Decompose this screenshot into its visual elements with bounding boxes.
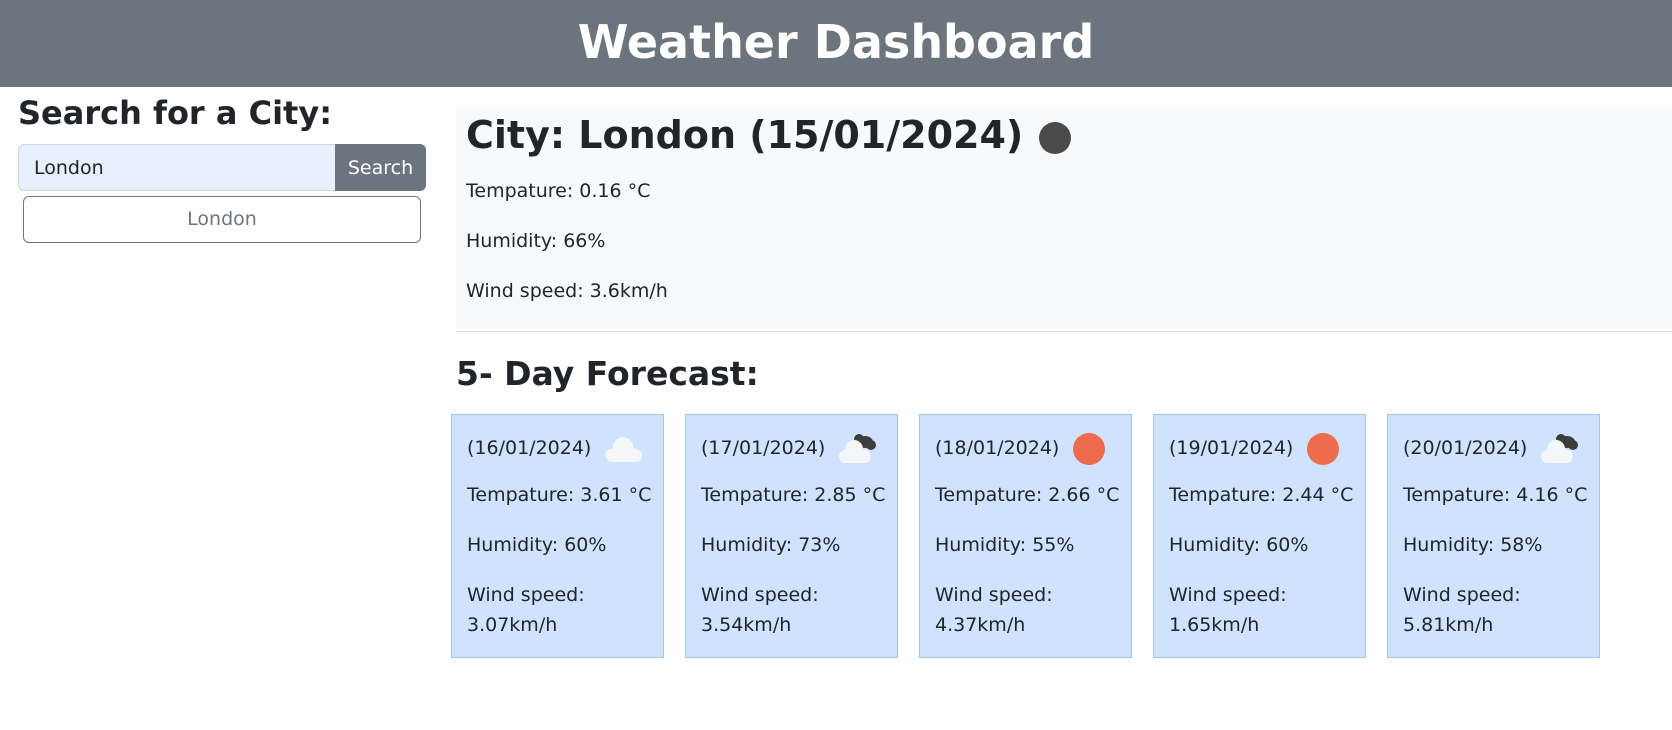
forecast-temperature: Tempature: 2.44 °C — [1169, 484, 1354, 506]
search-button[interactable]: Search — [335, 144, 426, 191]
forecast-heading: 5- Day Forecast: — [456, 354, 759, 393]
forecast-wind-value: 1.65km/h — [1169, 614, 1260, 636]
sun-icon — [1303, 431, 1347, 465]
forecast-date: (17/01/2024) — [701, 437, 826, 459]
forecast-humidity: Humidity: 73% — [701, 534, 841, 556]
cloud-icon — [601, 431, 645, 465]
forecast-wind-label: Wind speed: — [701, 584, 819, 606]
forecast-card: (17/01/2024) Tempature: 2.85 °C Humidity… — [685, 414, 898, 658]
search-form: Search — [18, 144, 426, 191]
page-title: Weather Dashboard — [577, 14, 1095, 69]
forecast-date: (16/01/2024) — [467, 437, 592, 459]
cloud-dark-icon — [1537, 431, 1581, 465]
dark-circle-icon — [1039, 122, 1072, 154]
forecast-humidity: Humidity: 55% — [935, 534, 1075, 556]
forecast-humidity: Humidity: 60% — [467, 534, 607, 556]
sun-icon — [1069, 431, 1113, 465]
forecast-date: (20/01/2024) — [1403, 437, 1528, 459]
forecast-wind-value: 5.81km/h — [1403, 614, 1494, 636]
search-heading: Search for a City: — [18, 94, 332, 132]
forecast-humidity: Humidity: 58% — [1403, 534, 1543, 556]
current-city-heading: City: London (15/01/2024) — [466, 113, 1072, 157]
current-city-title: City: London (15/01/2024) — [466, 113, 1024, 157]
app-header: Weather Dashboard — [0, 0, 1672, 87]
forecast-wind-label: Wind speed: — [1403, 584, 1521, 606]
forecast-card: (18/01/2024) Tempature: 2.66 °C Humidity… — [919, 414, 1132, 658]
forecast-card: (20/01/2024) Tempature: 4.16 °C Humidity… — [1387, 414, 1600, 658]
cloud-dark-icon — [835, 431, 879, 465]
forecast-wind-label: Wind speed: — [467, 584, 585, 606]
forecast-card: (16/01/2024) Tempature: 3.61 °C Humidity… — [451, 414, 664, 658]
forecast-card: (19/01/2024) Tempature: 2.44 °C Humidity… — [1153, 414, 1366, 658]
current-temperature: Tempature: 0.16 °C — [466, 180, 651, 202]
forecast-wind-label: Wind speed: — [935, 584, 1053, 606]
forecast-temperature: Tempature: 3.61 °C — [467, 484, 652, 506]
forecast-wind-value: 3.54km/h — [701, 614, 792, 636]
city-search-input[interactable] — [18, 144, 335, 191]
forecast-temperature: Tempature: 2.66 °C — [935, 484, 1120, 506]
history-item-london[interactable]: London — [23, 196, 421, 243]
forecast-wind-value: 4.37km/h — [935, 614, 1026, 636]
forecast-date: (18/01/2024) — [935, 437, 1060, 459]
forecast-temperature: Tempature: 4.16 °C — [1403, 484, 1588, 506]
forecast-humidity: Humidity: 60% — [1169, 534, 1309, 556]
forecast-wind-label: Wind speed: — [1169, 584, 1287, 606]
forecast-date: (19/01/2024) — [1169, 437, 1294, 459]
current-weather-panel: City: London (15/01/2024) Tempature: 0.1… — [456, 107, 1672, 332]
forecast-wind-value: 3.07km/h — [467, 614, 558, 636]
forecast-temperature: Tempature: 2.85 °C — [701, 484, 886, 506]
current-wind-speed: Wind speed: 3.6km/h — [466, 280, 668, 302]
current-humidity: Humidity: 66% — [466, 230, 606, 252]
